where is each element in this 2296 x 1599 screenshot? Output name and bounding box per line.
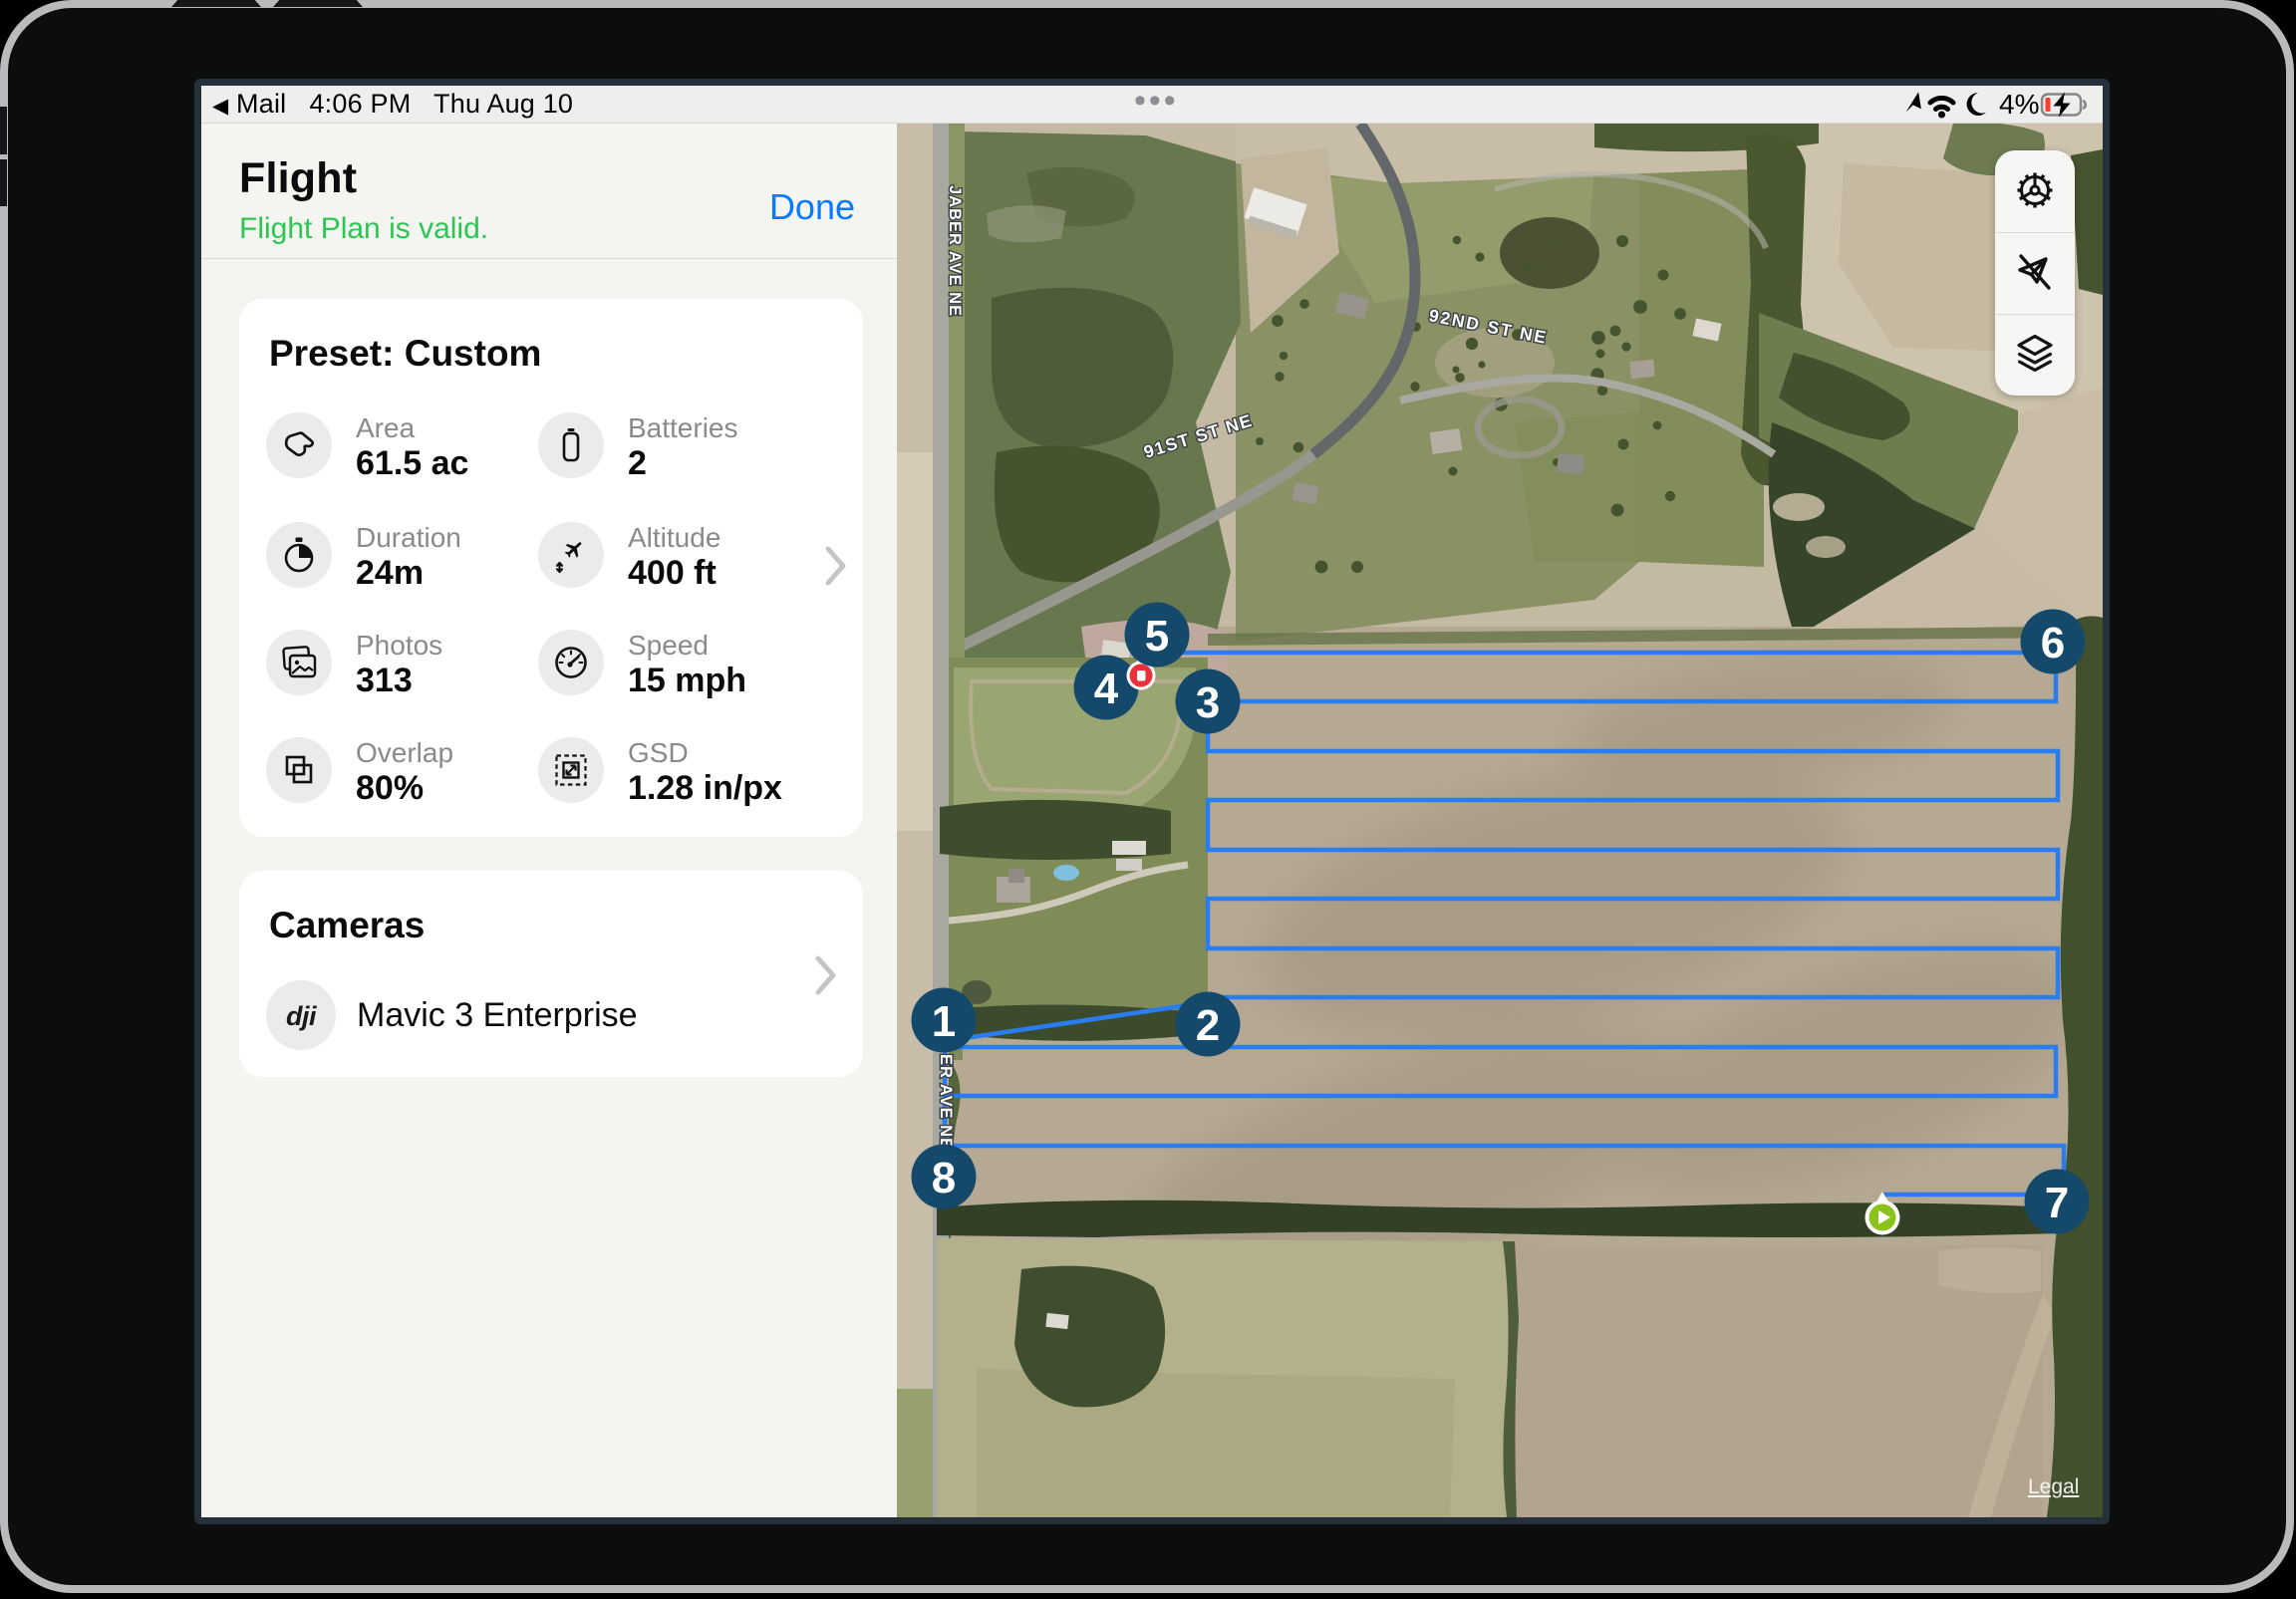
svg-text:7: 7: [2045, 1179, 2069, 1227]
svg-text:4: 4: [1094, 665, 1119, 713]
svg-text:5: 5: [1145, 612, 1169, 661]
svg-text:6: 6: [2041, 619, 2065, 667]
svg-text:2: 2: [1196, 1001, 1220, 1050]
svg-text:JABER AVE NE: JABER AVE NE: [946, 185, 964, 317]
svg-text:1: 1: [932, 997, 956, 1046]
svg-text:dji: dji: [286, 1001, 317, 1031]
svg-text:8: 8: [932, 1154, 956, 1202]
svg-text:4%: 4%: [1999, 90, 2039, 120]
svg-text:ER AVE NE: ER AVE NE: [937, 1054, 955, 1150]
svg-text:3: 3: [1196, 678, 1220, 727]
